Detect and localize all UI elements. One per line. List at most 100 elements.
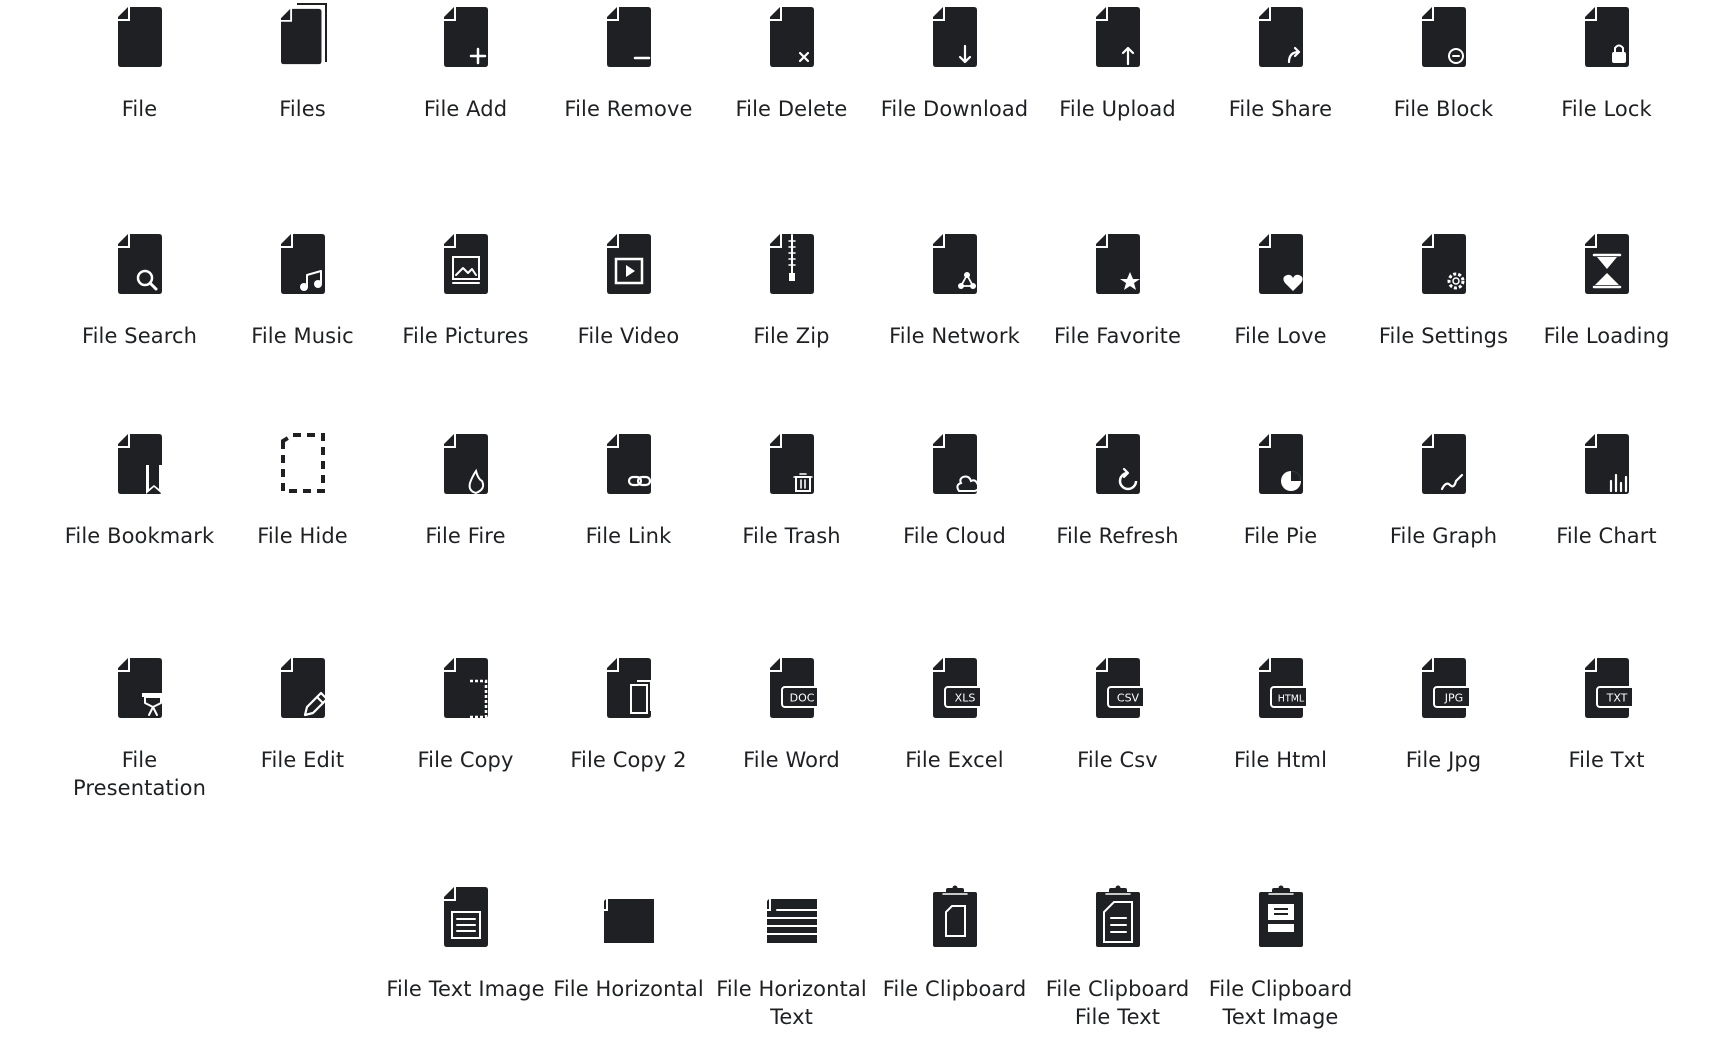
icon-label: File Delete <box>735 97 848 121</box>
icon-tile-file-music[interactable]: File Music <box>221 230 384 348</box>
icon-tile-file-presentation[interactable]: File Presentation <box>58 654 221 800</box>
icon-label: File Download <box>880 97 1029 121</box>
icon-tile-file-clipboard[interactable]: File Clipboard <box>873 883 1036 1001</box>
icon-tile-file-share[interactable]: File Share <box>1199 3 1362 121</box>
file-clipboard-text-image-icon <box>1258 885 1303 947</box>
icon-tile-file-loading[interactable]: File Loading <box>1525 230 1688 348</box>
file-settings-icon <box>1421 234 1466 294</box>
icon-tile-file-html[interactable]: HTML File Html <box>1199 654 1362 772</box>
file-love-icon <box>1258 234 1303 294</box>
icon-tile-file-network[interactable]: File Network <box>873 230 1036 348</box>
icon-tile-file-txt[interactable]: TXT File Txt <box>1525 654 1688 772</box>
icon-tile-file-refresh[interactable]: File Refresh <box>1036 430 1199 548</box>
icon-tile-file-copy[interactable]: File Copy <box>384 654 547 772</box>
file-pie-icon <box>1258 434 1303 494</box>
icon-tile-file-horizontal-text[interactable]: File Horizontal Text <box>710 883 873 1029</box>
icon-tile-file-pie[interactable]: File Pie <box>1199 430 1362 548</box>
icon-tile-file-search[interactable]: File Search <box>58 230 221 348</box>
icon-tile-file-chart[interactable]: File Chart <box>1525 430 1688 548</box>
icon-label: File Lock <box>1561 97 1652 121</box>
file-music-icon <box>280 234 325 294</box>
icon-label: File Jpg <box>1405 748 1482 772</box>
icon-tile-file-text-image[interactable]: File Text Image <box>384 883 547 1001</box>
icon-tile-file-csv[interactable]: CSV File Csv <box>1036 654 1199 772</box>
icon-tile-files[interactable]: Files <box>221 3 384 121</box>
icon-label: File Add <box>423 97 508 121</box>
icon-tile-file-delete[interactable]: File Delete <box>710 3 873 121</box>
icon-tile-file-link[interactable]: File Link <box>547 430 710 548</box>
icon-tile-file-clipboard-text-image[interactable]: File Clipboard Text Image <box>1199 883 1362 1029</box>
file-video-icon <box>606 234 651 294</box>
icon-tile-file-pictures[interactable]: File Pictures <box>384 230 547 348</box>
file-type-badge: XLS <box>954 692 975 705</box>
icon-label: File Music <box>251 324 354 348</box>
icon-label: File Remove <box>564 97 693 121</box>
icon-tile-file-edit[interactable]: File Edit <box>221 654 384 772</box>
icon-tile-file-video[interactable]: File Video <box>547 230 710 348</box>
icon-tile-file-love[interactable]: File Love <box>1199 230 1362 348</box>
icon-tile-file-trash[interactable]: File Trash <box>710 430 873 548</box>
file-copy-icon <box>443 658 488 719</box>
icon-tile-file-lock[interactable]: File Lock <box>1525 3 1688 121</box>
icon-label: Files <box>279 97 326 121</box>
file-horizontal-icon <box>603 899 654 943</box>
icon-label: File Cloud <box>903 524 1006 548</box>
file-copy-2-icon <box>606 658 652 718</box>
icon-label: File Clipboard Text Image <box>1208 977 1353 1029</box>
icon-tile-file-add[interactable]: File Add <box>384 3 547 121</box>
icon-label: File Trash <box>742 524 841 548</box>
file-type-badge: JPG <box>1443 692 1462 705</box>
icon-tile-file-copy-2[interactable]: File Copy 2 <box>547 654 710 772</box>
icon-tile-file-download[interactable]: File Download <box>873 3 1036 121</box>
icon-label: File Upload <box>1059 97 1176 121</box>
file-excel-icon: XLS <box>932 658 980 718</box>
icon-label: File Html <box>1233 748 1328 772</box>
file-jpg-icon: JPG <box>1421 658 1469 718</box>
icon-tile-file-clipboard-file-text[interactable]: File Clipboard File Text <box>1036 883 1199 1029</box>
icon-tile-file-fire[interactable]: File Fire <box>384 430 547 548</box>
file-bookmark-icon <box>117 434 162 494</box>
file-loading-icon <box>1584 234 1629 294</box>
file-txt-icon: TXT <box>1584 658 1632 718</box>
file-link-icon <box>606 434 651 494</box>
file-delete-icon <box>769 7 814 67</box>
file-share-icon <box>1258 7 1303 67</box>
icon-label: File Csv <box>1077 748 1158 772</box>
icon-label: File Clipboard <box>882 977 1027 1001</box>
icon-tile-file-settings[interactable]: File Settings <box>1362 230 1525 348</box>
icon-tile-file[interactable]: File <box>58 3 221 121</box>
icon-tile-file-favorite[interactable]: File Favorite <box>1036 230 1199 348</box>
file-zip-icon <box>769 234 814 294</box>
file-pictures-icon <box>443 234 488 294</box>
icon-label: File Link <box>585 524 672 548</box>
file-type-badge: CSV <box>1116 692 1139 705</box>
icon-label: File <box>121 97 158 121</box>
icon-label: File Presentation <box>72 748 207 800</box>
icon-tile-file-cloud[interactable]: File Cloud <box>873 430 1036 548</box>
icon-label: File Bookmark <box>64 524 215 548</box>
icon-tile-file-jpg[interactable]: JPG File Jpg <box>1362 654 1525 772</box>
file-presentation-icon <box>117 658 164 718</box>
icon-label: File Network <box>889 324 1020 348</box>
icon-tile-file-horizontal[interactable]: File Horizontal <box>547 883 710 1001</box>
icon-label: File Love <box>1234 324 1327 348</box>
icon-label: File Search <box>81 324 198 348</box>
icon-tile-file-upload[interactable]: File Upload <box>1036 3 1199 121</box>
icon-tile-file-graph[interactable]: File Graph <box>1362 430 1525 548</box>
icon-tile-file-bookmark[interactable]: File Bookmark <box>58 430 221 548</box>
icon-label: File Copy 2 <box>570 748 687 772</box>
file-word-icon: DOC <box>769 658 817 718</box>
icon-tile-file-word[interactable]: DOC File Word <box>710 654 873 772</box>
icon-label: File Favorite <box>1053 324 1182 348</box>
file-block-icon <box>1421 7 1466 67</box>
icon-tile-file-excel[interactable]: XLS File Excel <box>873 654 1036 772</box>
file-edit-icon <box>280 658 328 718</box>
file-fire-icon <box>443 434 488 495</box>
icon-tile-file-zip[interactable]: File Zip <box>710 230 873 348</box>
icon-label: File Pie <box>1243 524 1318 548</box>
icon-label: File Settings <box>1378 324 1509 348</box>
icon-tile-file-hide[interactable]: File Hide <box>221 430 384 548</box>
icon-tile-file-remove[interactable]: File Remove <box>547 3 710 121</box>
icon-label: File Horizontal Text <box>716 977 867 1029</box>
icon-tile-file-block[interactable]: File Block <box>1362 3 1525 121</box>
